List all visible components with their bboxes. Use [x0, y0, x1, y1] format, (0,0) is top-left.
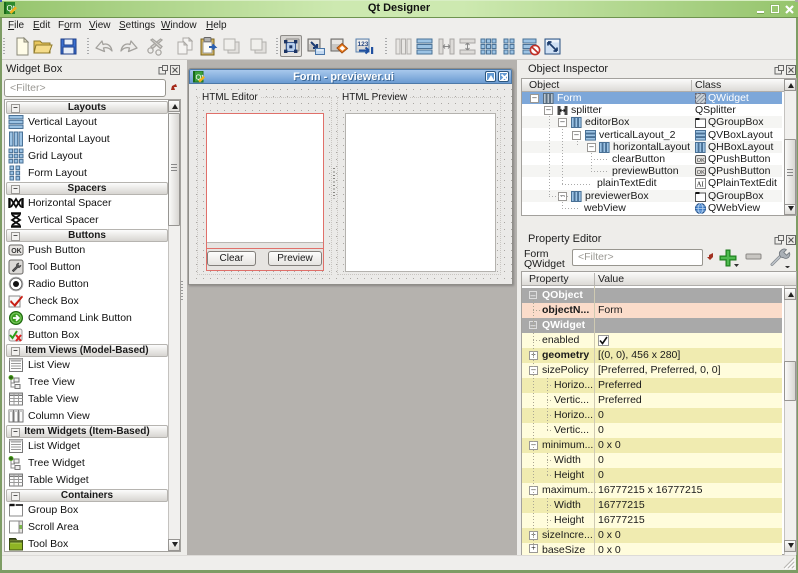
svg-text:123: 123 [358, 41, 369, 48]
svg-text:OK: OK [697, 170, 705, 176]
svg-text:OK: OK [697, 158, 705, 164]
svg-text:AI: AI [697, 181, 705, 189]
svg-text:OK: OK [11, 248, 22, 255]
